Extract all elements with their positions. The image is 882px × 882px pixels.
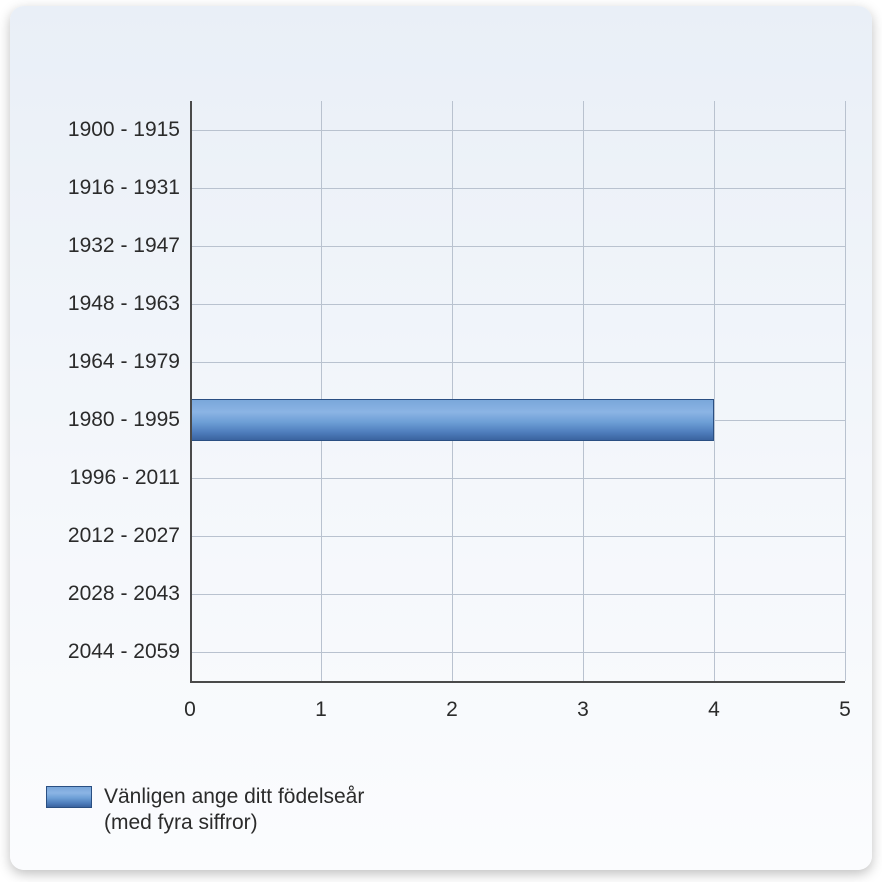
gridline-h: [190, 304, 845, 305]
x-tick-label: 1: [315, 698, 327, 722]
legend-line-1: Vänligen ange ditt födelseår: [104, 784, 364, 810]
bar: [190, 399, 714, 441]
gridline-h: [190, 362, 845, 363]
gridline-h: [190, 478, 845, 479]
legend: Vänligen ange ditt födelseår (med fyra s…: [46, 784, 364, 837]
gridline-v: [845, 101, 846, 681]
y-tick-label: 1980 - 1995: [68, 408, 180, 432]
x-tick-label: 3: [577, 698, 589, 722]
chart-card: 1900 - 1915 1916 - 1931 1932 - 1947 1948 - …: [10, 6, 872, 870]
y-tick-label: 2028 - 2043: [68, 582, 180, 606]
y-tick-label: 1996 - 2011: [69, 466, 180, 490]
legend-text: Vänligen ange ditt födelseår (med fyra s…: [104, 784, 364, 837]
plot-area: [190, 101, 845, 681]
gridline-h: [190, 188, 845, 189]
y-axis: [190, 101, 192, 681]
y-tick-label: 1964 - 1979: [68, 350, 180, 374]
y-tick-label: 1916 - 1931: [68, 176, 180, 200]
legend-line-2: (med fyra siffror): [104, 810, 364, 836]
gridline-h: [190, 246, 845, 247]
y-tick-label: 1932 - 1947: [68, 234, 180, 258]
y-tick-label: 1948 - 1963: [68, 292, 180, 316]
x-tick-label: 4: [708, 698, 720, 722]
y-tick-label: 2012 - 2027: [68, 524, 180, 548]
legend-swatch: [46, 786, 92, 808]
x-tick-label: 0: [184, 698, 196, 722]
gridline-h: [190, 652, 845, 653]
x-axis: [190, 681, 845, 683]
gridline-h: [190, 594, 845, 595]
x-tick-label: 2: [446, 698, 458, 722]
gridline-h: [190, 536, 845, 537]
y-tick-label: 2044 - 2059: [68, 640, 180, 664]
y-tick-label: 1900 - 1915: [68, 118, 180, 142]
gridline-h: [190, 130, 845, 131]
x-tick-label: 5: [839, 698, 851, 722]
